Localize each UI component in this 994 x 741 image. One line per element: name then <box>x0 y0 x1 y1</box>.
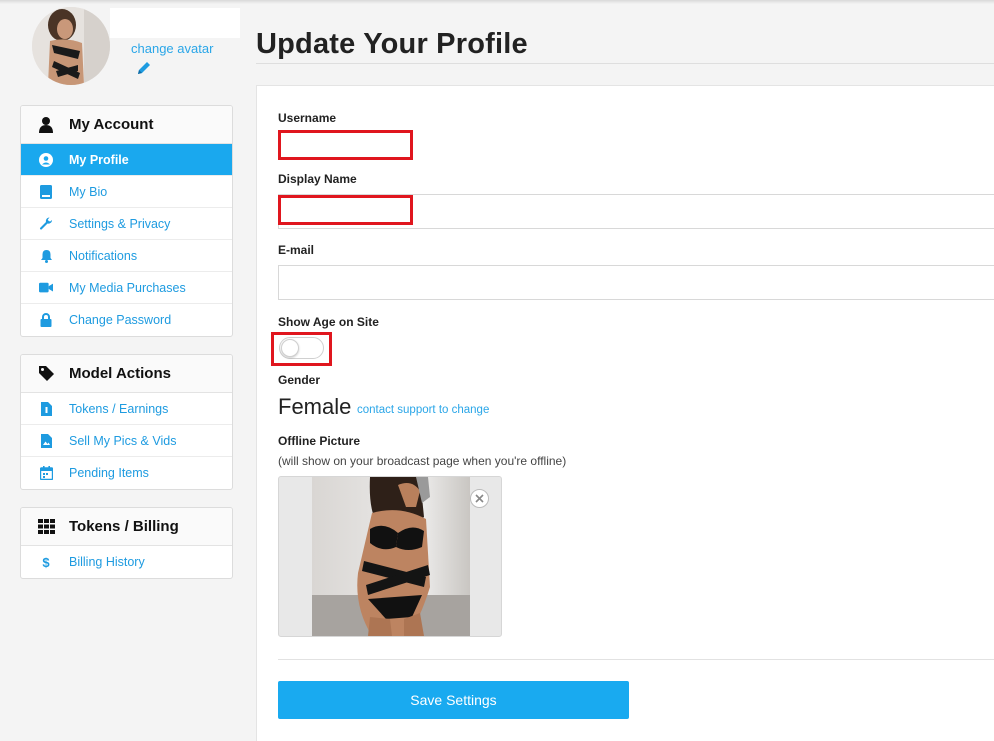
show-age-toggle[interactable] <box>279 337 324 359</box>
show-age-label: Show Age on Site <box>278 315 379 329</box>
email-label: E-mail <box>278 243 315 257</box>
gender-value: Female <box>278 394 352 419</box>
display-name-label: Display Name <box>278 172 357 186</box>
pencil-icon[interactable] <box>136 60 152 76</box>
user-circle-icon <box>39 152 53 167</box>
form-divider <box>278 659 994 660</box>
book-icon <box>39 184 53 199</box>
file-image-icon <box>39 433 53 448</box>
sidebar: change avatar My Account My Profile My B… <box>0 0 245 741</box>
sidebar-item-label: Tokens / Earnings <box>69 401 169 416</box>
sidebar-item-my-media-purchases[interactable]: My Media Purchases <box>21 272 232 304</box>
sidebar-item-label: Change Password <box>69 313 172 327</box>
bell-icon <box>39 249 53 263</box>
my-account-header: My Account <box>21 106 232 144</box>
sidebar-item-settings-privacy[interactable]: Settings & Privacy <box>21 208 232 240</box>
model-actions-title: Model Actions <box>69 365 171 382</box>
toggle-knob <box>281 339 299 357</box>
tokens-billing-header: Tokens / Billing <box>21 508 232 546</box>
sidebar-item-label: Settings & Privacy <box>69 216 171 231</box>
sidebar-item-my-bio[interactable]: My Bio <box>21 176 232 208</box>
sidebar-item-label: Notifications <box>69 248 138 263</box>
svg-text:$: $ <box>42 555 50 569</box>
offline-picture[interactable] <box>278 476 502 637</box>
sidebar-item-tokens-earnings[interactable]: Tokens / Earnings <box>21 393 232 425</box>
offline-picture-photo <box>312 477 470 636</box>
save-settings-button[interactable]: Save Settings <box>278 681 629 719</box>
remove-picture-icon[interactable] <box>470 489 489 508</box>
sidebar-item-change-password[interactable]: Change Password <box>21 304 232 336</box>
user-icon <box>37 116 55 134</box>
my-account-menu: My Account My Profile My Bio Settings & … <box>20 105 233 337</box>
sidebar-item-sell-pics-vids[interactable]: Sell My Pics & Vids <box>21 425 232 457</box>
gender-label: Gender <box>278 373 321 387</box>
sidebar-item-label: Pending Items <box>69 466 149 480</box>
username-field[interactable] <box>278 130 413 160</box>
calendar-icon <box>39 466 53 480</box>
title-divider <box>256 63 994 64</box>
lock-icon <box>39 313 53 327</box>
sidebar-item-pending-items[interactable]: Pending Items <box>21 457 232 489</box>
username-redaction <box>110 8 240 38</box>
email-field[interactable] <box>278 265 994 300</box>
sidebar-item-label: My Bio <box>69 184 108 199</box>
page-title: Update Your Profile <box>256 28 528 60</box>
offline-picture-label: Offline Picture <box>278 434 361 448</box>
model-actions-header: Model Actions <box>21 355 232 393</box>
wrench-icon <box>39 216 53 231</box>
sidebar-item-label: Billing History <box>69 555 145 569</box>
sidebar-item-billing-history[interactable]: $ Billing History <box>21 546 232 578</box>
video-camera-icon <box>39 281 53 295</box>
tokens-billing-menu: Tokens / Billing $ Billing History <box>20 507 233 579</box>
tag-icon <box>37 365 55 383</box>
sidebar-item-notifications[interactable]: Notifications <box>21 240 232 272</box>
dollar-icon: $ <box>39 555 53 569</box>
my-account-title: My Account <box>69 116 154 133</box>
sidebar-item-label: My Media Purchases <box>69 280 186 295</box>
tokens-billing-title: Tokens / Billing <box>69 518 179 535</box>
contact-support-link[interactable]: contact support to change <box>357 404 489 416</box>
document-icon <box>39 401 53 416</box>
avatar[interactable] <box>32 7 110 85</box>
page: change avatar My Account My Profile My B… <box>0 0 994 741</box>
change-avatar-link[interactable]: change avatar <box>131 41 213 56</box>
grid-icon <box>37 518 55 536</box>
display-name-redaction <box>278 195 413 225</box>
sidebar-item-label: Sell My Pics & Vids <box>69 433 177 448</box>
avatar-photo <box>32 7 110 85</box>
username-label: Username <box>278 111 337 125</box>
offline-picture-hint: (will show on your broadcast page when y… <box>278 454 567 468</box>
sidebar-item-my-profile[interactable]: My Profile <box>21 144 232 176</box>
model-actions-menu: Model Actions Tokens / Earnings Sell My … <box>20 354 233 490</box>
sidebar-item-label: My Profile <box>69 152 129 167</box>
